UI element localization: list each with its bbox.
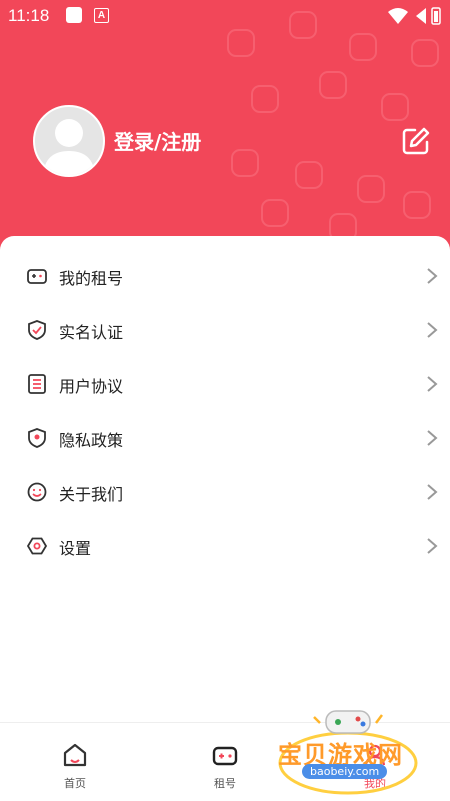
login-register-link[interactable]: 登录/注册 — [114, 126, 201, 155]
profile-header: 11:18 A 登录/注册 — [0, 0, 450, 260]
menu-label: 用户协议 — [59, 377, 124, 396]
notification-icon — [66, 7, 82, 23]
menu-label: 实名认证 — [59, 323, 124, 342]
menu-item-about-us[interactable]: 关于我们 — [0, 466, 450, 520]
home-icon — [63, 743, 87, 767]
menu-label: 我的租号 — [59, 269, 124, 288]
smiley-icon — [27, 482, 47, 502]
chevron-right-icon — [427, 376, 438, 392]
chevron-right-icon — [427, 430, 438, 446]
menu-item-settings[interactable]: 设置 — [0, 520, 450, 574]
chevron-right-icon — [427, 484, 438, 500]
menu-item-user-agreement[interactable]: 用户协议 — [0, 358, 450, 412]
gamepad-icon — [27, 269, 47, 284]
tab-label: 首页 — [64, 777, 86, 790]
status-time: 11:18 — [8, 6, 50, 25]
avatar-silhouette-icon — [43, 119, 95, 175]
watermark-logo: 宝贝游戏网 baobeiy.com — [270, 705, 430, 797]
document-list-icon — [28, 374, 46, 394]
menu-item-privacy-policy[interactable]: 隐私政策 — [0, 412, 450, 466]
wifi-battery-icon — [388, 7, 441, 25]
status-bar: 11:18 A — [0, 0, 450, 32]
chevron-right-icon — [427, 322, 438, 338]
watermark-url: baobeiy.com — [302, 764, 388, 779]
edit-icon[interactable] — [400, 125, 432, 157]
shield-check-icon — [28, 320, 46, 340]
menu-label: 隐私政策 — [59, 431, 124, 450]
menu-card: 我的租号 实名认证 用户协议 隐私政策 关于我们 设置 — [0, 236, 450, 726]
user-avatar-icon[interactable] — [33, 105, 105, 177]
menu-item-my-rentals[interactable]: 我的租号 — [0, 250, 450, 304]
menu-label: 设置 — [59, 539, 92, 558]
tab-home[interactable]: 首页 — [0, 723, 150, 801]
chevron-right-icon — [427, 538, 438, 554]
menu-item-real-name-verification[interactable]: 实名认证 — [0, 304, 450, 358]
menu-label: 关于我们 — [59, 485, 124, 504]
location-shield-icon — [28, 428, 46, 448]
gear-icon — [26, 537, 48, 555]
status-indicator-icon: A — [94, 8, 109, 23]
chevron-right-icon — [427, 268, 438, 284]
gamepad-icon — [212, 746, 238, 766]
